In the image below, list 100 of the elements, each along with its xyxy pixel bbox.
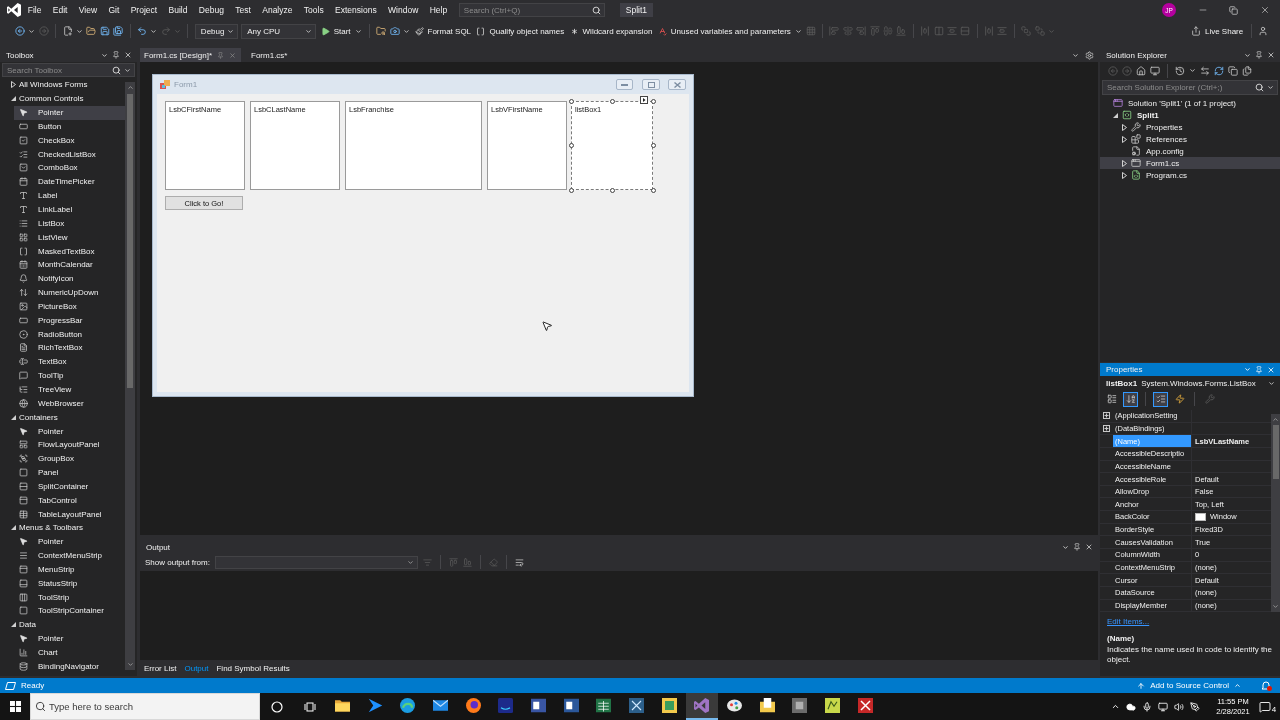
circle-icon[interactable]	[270, 700, 283, 713]
search-icon[interactable]	[112, 65, 121, 75]
camera-icon[interactable]	[389, 26, 400, 36]
toolbar-button[interactable]: Format SQL	[413, 23, 473, 39]
toolbox-item[interactable]: GroupBox	[14, 451, 125, 466]
tree-arrow-icon[interactable]	[11, 96, 16, 102]
toolbox-item[interactable]: ListBox	[14, 216, 125, 231]
toolbox-item[interactable]: CheckedListBox	[14, 147, 125, 162]
toolbox-category[interactable]: Data	[0, 617, 125, 632]
toolbox-category[interactable]: Common Controls	[0, 91, 125, 106]
menu-item[interactable]: Debug	[193, 0, 230, 20]
toolbox-item[interactable]: Pointer	[14, 424, 125, 438]
tree-arrow-icon[interactable]	[11, 525, 16, 531]
toolbox-item[interactable]: DateTimePicker	[14, 174, 125, 189]
caret-icon[interactable]	[403, 27, 411, 35]
folder-icon[interactable]	[86, 26, 97, 36]
toolbox-item[interactable]: WebBrowser	[14, 396, 125, 411]
monitor-icon[interactable]	[1150, 65, 1160, 76]
search-field[interactable]: Search Solution Explorer (Ctrl+;)	[1102, 80, 1278, 95]
close-icon[interactable]	[1085, 543, 1093, 551]
tree-item[interactable]: Solution 'Split1' (1 of 1 project)	[1100, 97, 1280, 109]
edit-items-link[interactable]: Edit Items...	[1107, 616, 1150, 626]
document-tab[interactable]: Form1.cs*	[247, 48, 293, 62]
search-icon[interactable]	[1255, 83, 1264, 92]
menu-item[interactable]: Help	[423, 0, 453, 20]
speech-bubble-icon[interactable]	[1258, 700, 1271, 713]
task-view-icon[interactable]	[303, 701, 316, 712]
resize-handle[interactable]	[609, 98, 615, 104]
toolbox-item[interactable]: Pointer	[14, 105, 125, 120]
tree-arrow-icon[interactable]	[1122, 135, 1127, 143]
resize-handle[interactable]	[650, 187, 656, 193]
toolbox-category[interactable]: Containers	[0, 410, 125, 425]
toolbox-item[interactable]: ToolStripContainer	[14, 604, 125, 618]
form-maximize-button[interactable]	[642, 79, 660, 90]
caret-icon[interactable]	[75, 27, 83, 35]
toolbox-item[interactable]: TabControl	[14, 493, 125, 508]
home-icon[interactable]	[1136, 65, 1146, 76]
toolbox-item[interactable]: Panel	[14, 465, 125, 480]
toolbox-item[interactable]: MenuStrip	[14, 562, 125, 577]
volume-icon[interactable]	[1174, 701, 1184, 712]
search-field[interactable]: Type here to search	[30, 693, 260, 720]
toolbar-button[interactable]: Unused variables and parameters	[656, 23, 792, 39]
toolbox-item[interactable]: RadioButton	[14, 327, 125, 342]
caret-icon[interactable]	[1110, 702, 1120, 711]
caret-icon[interactable]	[354, 27, 362, 35]
toolbox-item[interactable]: TextBox	[14, 354, 125, 369]
tree-item[interactable]: Form1.cs	[1100, 157, 1280, 169]
resize-handle[interactable]	[568, 98, 574, 104]
form-minimize-button[interactable]	[616, 79, 633, 90]
menu-item[interactable]: View	[73, 0, 103, 20]
dropdown-icon[interactable]	[1072, 51, 1079, 59]
pin-icon[interactable]	[1073, 543, 1081, 551]
start-icon[interactable]	[9, 701, 21, 712]
pen-icon[interactable]	[1190, 701, 1200, 712]
monitor-icon[interactable]	[1158, 701, 1168, 712]
tree-arrow-icon[interactable]	[11, 622, 16, 628]
tree-item[interactable]: References	[1100, 133, 1280, 145]
menu-item[interactable]: Git	[102, 0, 125, 20]
caret-icon[interactable]	[150, 27, 158, 35]
menu-item[interactable]: File	[22, 0, 48, 20]
toolbox-item[interactable]: Pointer	[14, 631, 125, 646]
expander-icon[interactable]	[1103, 424, 1110, 432]
menu-item[interactable]: Project	[125, 0, 163, 20]
menu-item[interactable]: Build	[162, 0, 194, 20]
toolbox-item[interactable]: LinkLabel	[14, 202, 125, 217]
dropdown-icon[interactable]	[1062, 543, 1069, 551]
caret-icon[interactable]	[124, 66, 131, 74]
toolbox-item[interactable]: MaskedTextBox	[14, 244, 125, 258]
menu-item[interactable]: Test	[229, 0, 257, 20]
folder-search-icon[interactable]	[376, 26, 387, 36]
close-icon[interactable]	[124, 51, 132, 59]
toolbox-item[interactable]: ToolStrip	[14, 590, 125, 605]
microphone-icon[interactable]	[1142, 701, 1152, 712]
dropdown-icon[interactable]	[1244, 51, 1251, 59]
toolbox-item[interactable]: ContextMenuStrip	[14, 548, 125, 563]
caret-icon[interactable]	[226, 27, 234, 35]
tree-arrow-icon[interactable]	[11, 81, 16, 89]
scrollbar-thumb[interactable]	[1272, 425, 1279, 479]
close-icon[interactable]	[1267, 51, 1275, 59]
caret-icon[interactable]	[1267, 84, 1274, 91]
toolbar-button[interactable]: Wildcard expansion	[568, 23, 654, 39]
scrollbar-thumb[interactable]	[127, 94, 133, 388]
object-selector[interactable]: listBox1 System.Windows.Forms.ListBox	[1100, 376, 1280, 390]
scroll-up-icon[interactable]	[126, 84, 134, 91]
caret-icon[interactable]	[28, 27, 36, 35]
expander-icon[interactable]	[1103, 412, 1110, 420]
toolbox-item[interactable]: SplitContainer	[14, 479, 125, 494]
panel-tab[interactable]: Find Symbol Results	[216, 663, 290, 673]
toolbox-item[interactable]: ToolTip	[14, 368, 125, 383]
toolbox-item[interactable]: StatusStrip	[14, 576, 125, 591]
panel-tab[interactable]: Error List	[144, 663, 177, 673]
tree-item[interactable]: Split1	[1100, 109, 1280, 121]
scroll-down-icon[interactable]	[1272, 603, 1279, 610]
toolbox-item[interactable]: BindingNavigator	[14, 659, 125, 674]
scroll-up-icon[interactable]	[1272, 416, 1279, 423]
caret-icon[interactable]	[305, 27, 313, 35]
restore-icon[interactable]	[1229, 5, 1238, 15]
configuration-dropdown[interactable]: Debug	[194, 23, 238, 39]
bell-icon[interactable]	[1261, 680, 1272, 691]
cloud-icon[interactable]	[1126, 701, 1136, 712]
